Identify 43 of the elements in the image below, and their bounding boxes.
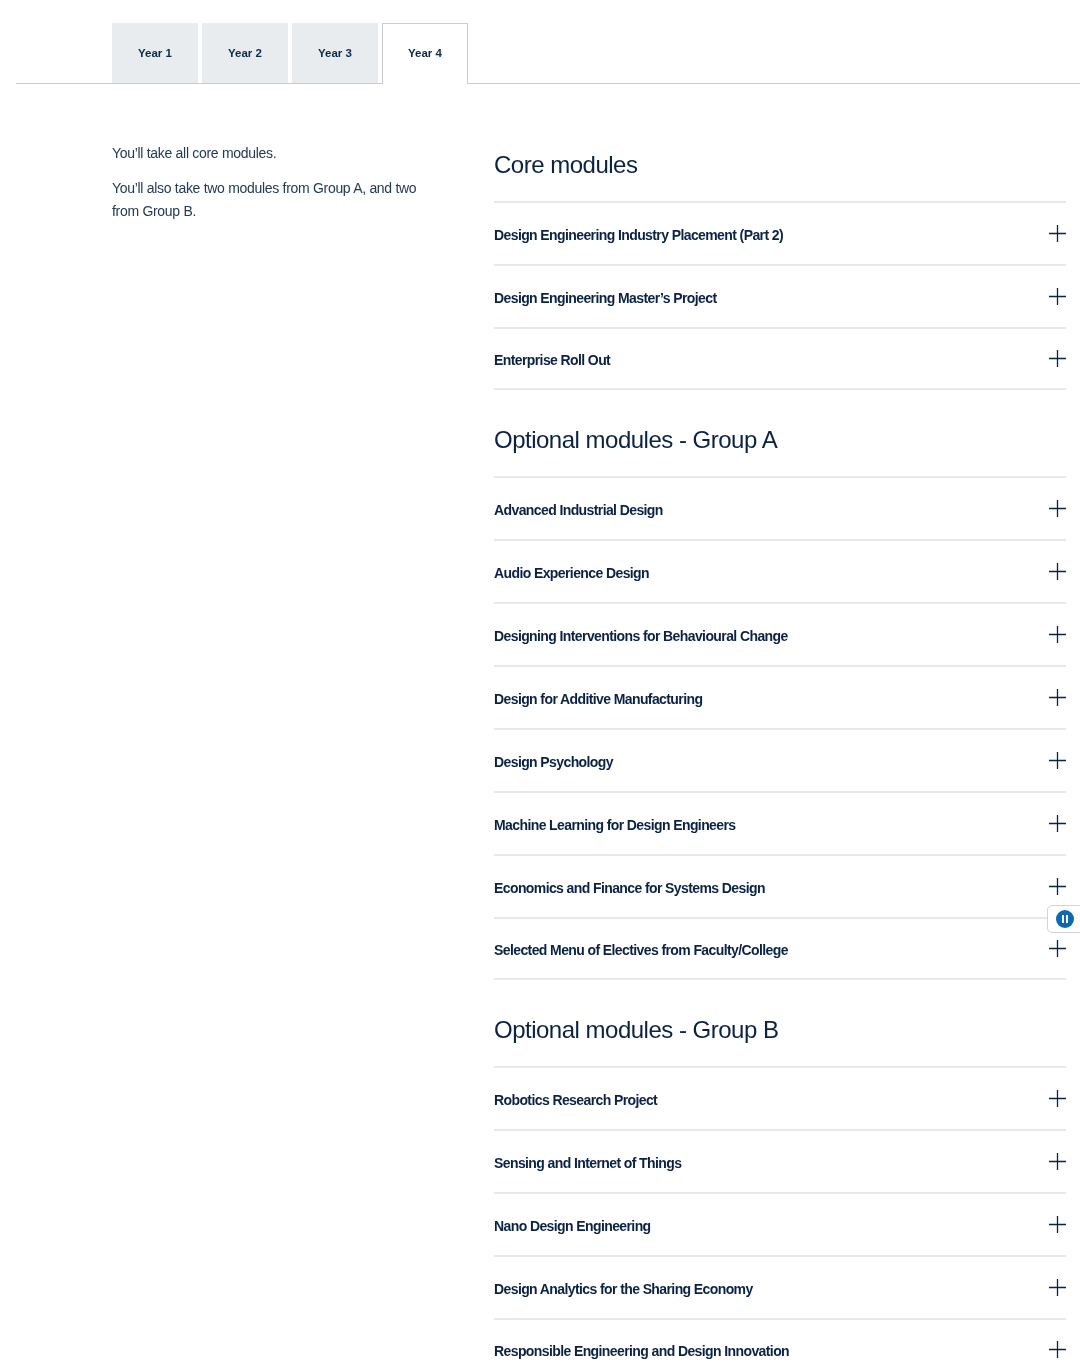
section-heading: Core modules bbox=[494, 150, 639, 180]
module-title[interactable]: Advanced Industrial Design bbox=[494, 496, 663, 521]
plus-icon[interactable] bbox=[1049, 1341, 1066, 1358]
module-title[interactable]: Designing Interventions for Behavioural Change bbox=[494, 622, 788, 647]
year-tab[interactable]: Year 1 bbox=[112, 23, 198, 83]
section-heading: Optional modules - Group A bbox=[494, 425, 779, 455]
plus-icon[interactable] bbox=[1049, 1279, 1066, 1296]
section-heading: Optional modules - Group B bbox=[494, 1015, 780, 1045]
module-title[interactable]: Economics and Finance for Systems Design bbox=[494, 874, 765, 899]
intro-text: You’ll also take two modules from Group A, and two from Group B. bbox=[112, 179, 418, 221]
plus-icon[interactable] bbox=[1049, 1090, 1066, 1107]
module-title[interactable]: Design Engineering Master’s Project bbox=[494, 284, 717, 309]
module-title[interactable]: Sensing and Internet of Things bbox=[494, 1149, 682, 1174]
module-title[interactable]: Robotics Research Project bbox=[494, 1086, 658, 1111]
plus-icon[interactable] bbox=[1049, 225, 1066, 242]
plus-icon[interactable] bbox=[1049, 500, 1066, 517]
plus-icon[interactable] bbox=[1049, 626, 1066, 643]
module-title[interactable]: Design Analytics for the Sharing Economy bbox=[494, 1275, 753, 1300]
intro-text: You’ll take all core modules. bbox=[112, 144, 278, 163]
plus-icon[interactable] bbox=[1049, 815, 1066, 832]
plus-icon[interactable] bbox=[1049, 689, 1066, 706]
plus-icon[interactable] bbox=[1049, 940, 1066, 957]
plus-icon[interactable] bbox=[1049, 350, 1066, 367]
module-title[interactable]: Audio Experience Design bbox=[494, 559, 650, 584]
plus-icon[interactable] bbox=[1049, 1153, 1066, 1170]
module-title[interactable]: Design for Additive Manufacturing bbox=[494, 685, 703, 710]
module-title[interactable]: Design Psychology bbox=[494, 748, 613, 773]
year-tab[interactable]: Year 3 bbox=[292, 23, 378, 83]
module-title[interactable]: Enterprise Roll Out bbox=[494, 346, 611, 371]
plus-icon[interactable] bbox=[1049, 878, 1066, 895]
plus-icon[interactable] bbox=[1049, 563, 1066, 580]
module-title[interactable]: Selected Menu of Electives from Faculty/College bbox=[494, 936, 788, 961]
year-tab[interactable]: Year 4 bbox=[382, 23, 468, 84]
module-title[interactable]: Machine Learning for Design Engineers bbox=[494, 811, 736, 836]
pause-button[interactable] bbox=[1047, 905, 1080, 933]
plus-icon[interactable] bbox=[1049, 288, 1066, 305]
module-title[interactable]: Design Engineering Industry Placement (Part 2) bbox=[494, 221, 784, 246]
module-title[interactable]: Responsible Engineering and Design Innovation bbox=[494, 1337, 790, 1362]
plus-icon[interactable] bbox=[1049, 1216, 1066, 1233]
year-tab[interactable]: Year 2 bbox=[202, 23, 288, 83]
plus-icon[interactable] bbox=[1049, 752, 1066, 769]
module-title[interactable]: Nano Design Engineering bbox=[494, 1212, 651, 1237]
pause-icon bbox=[1056, 910, 1074, 928]
